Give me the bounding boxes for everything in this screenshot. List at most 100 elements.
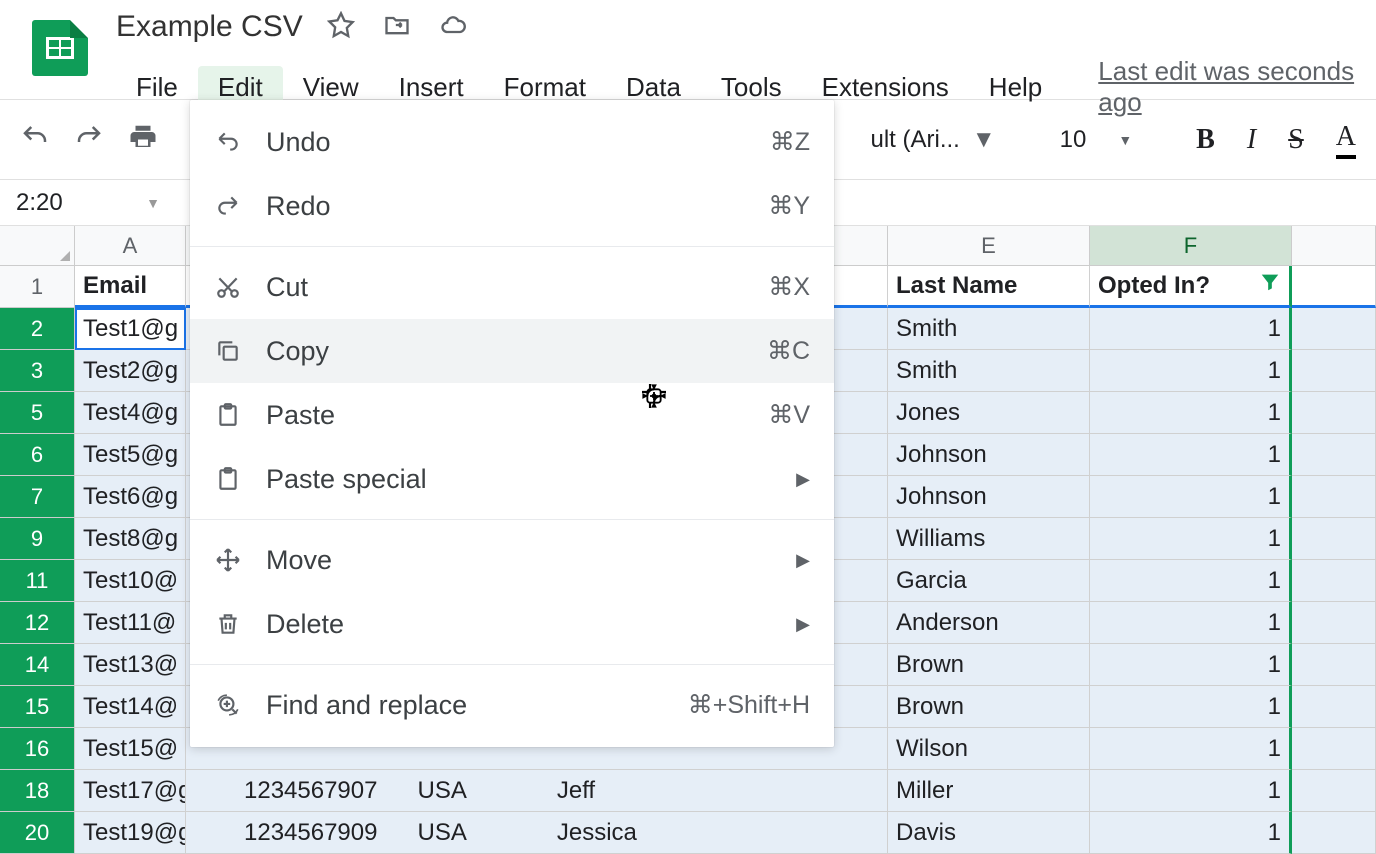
row-header[interactable]: 14 <box>0 644 75 686</box>
cell[interactable]: Johnson <box>888 434 1090 476</box>
cell[interactable]: Garcia <box>888 560 1090 602</box>
cell[interactable] <box>1292 602 1376 644</box>
cell[interactable] <box>1292 560 1376 602</box>
cell[interactable]: 1 <box>1090 728 1292 770</box>
cell[interactable]: Test14@ <box>75 686 186 728</box>
row-header[interactable]: 9 <box>0 518 75 560</box>
row-header[interactable]: 7 <box>0 476 75 518</box>
cell[interactable]: Last Name <box>888 266 1090 308</box>
cell[interactable] <box>1292 518 1376 560</box>
cell[interactable] <box>1292 812 1376 854</box>
cell[interactable]: 1 <box>1090 350 1292 392</box>
row-header[interactable]: 11 <box>0 560 75 602</box>
cell[interactable]: 1 <box>1090 560 1292 602</box>
cell[interactable]: Test1@g <box>75 308 186 350</box>
row-header[interactable]: 3 <box>0 350 75 392</box>
cell[interactable]: 1 <box>1090 476 1292 518</box>
cell[interactable]: Jones <box>888 392 1090 434</box>
row-header[interactable]: 2 <box>0 308 75 350</box>
cell[interactable] <box>1292 686 1376 728</box>
menu-item-move[interactable]: Move▶ <box>190 528 834 592</box>
column-header-a[interactable]: A <box>75 226 186 266</box>
cell[interactable]: Anderson <box>888 602 1090 644</box>
cloud-icon[interactable] <box>439 11 467 44</box>
menu-item-paste[interactable]: Paste⌘V <box>190 383 834 447</box>
cell[interactable]: Williams <box>888 518 1090 560</box>
row-header[interactable]: 16 <box>0 728 75 770</box>
cell[interactable]: Email <box>75 266 186 308</box>
menu-item-delete[interactable]: Delete▶ <box>190 592 834 656</box>
cell[interactable]: Wilson <box>888 728 1090 770</box>
cell[interactable]: Test4@g <box>75 392 186 434</box>
cell[interactable]: Opted In? <box>1090 266 1292 308</box>
document-title[interactable]: Example CSV <box>116 10 303 44</box>
menu-item-paste-special[interactable]: Paste special▶ <box>190 447 834 511</box>
menu-item-cut[interactable]: Cut⌘X <box>190 255 834 319</box>
cell[interactable]: Test17@gmail.c <box>75 770 186 812</box>
font-selector[interactable]: ult (Ari... ▼ <box>871 126 996 154</box>
row-header[interactable]: 15 <box>0 686 75 728</box>
cell[interactable]: Brown <box>888 644 1090 686</box>
row-header[interactable]: 6 <box>0 434 75 476</box>
cell[interactable]: 1 <box>1090 602 1292 644</box>
cell[interactable]: Test10@ <box>75 560 186 602</box>
cell[interactable]: 1 <box>1090 308 1292 350</box>
cell[interactable] <box>1292 350 1376 392</box>
cell[interactable]: Davis <box>888 812 1090 854</box>
cell[interactable]: Test15@ <box>75 728 186 770</box>
print-icon[interactable] <box>128 122 158 157</box>
undo-icon[interactable] <box>20 122 50 157</box>
cell[interactable]: Test6@g <box>75 476 186 518</box>
cell[interactable]: Johnson <box>888 476 1090 518</box>
sheets-logo[interactable] <box>32 20 88 76</box>
column-header-rest[interactable] <box>1292 226 1376 266</box>
italic-button[interactable]: I <box>1247 124 1256 156</box>
row-header[interactable]: 12 <box>0 602 75 644</box>
menu-item-find-and-replace[interactable]: Find and replace⌘+Shift+H <box>190 673 834 737</box>
column-header-f[interactable]: F <box>1090 226 1292 266</box>
menu-item-undo[interactable]: Undo⌘Z <box>190 110 834 174</box>
redo-icon[interactable] <box>74 122 104 157</box>
cell[interactable]: 1 <box>1090 392 1292 434</box>
cell[interactable]: Test19@gmail.c <box>75 812 186 854</box>
cell[interactable]: Test2@g <box>75 350 186 392</box>
cell[interactable] <box>1292 308 1376 350</box>
cell[interactable] <box>1292 434 1376 476</box>
column-header-e[interactable]: E <box>888 226 1090 266</box>
cell[interactable]: Brown <box>888 686 1090 728</box>
move-folder-icon[interactable] <box>383 11 411 44</box>
cell[interactable]: 1 <box>1090 518 1292 560</box>
cell[interactable] <box>1292 644 1376 686</box>
menu-item-copy[interactable]: Copy⌘C <box>190 319 834 383</box>
row-header[interactable]: 18 <box>0 770 75 812</box>
filter-icon[interactable] <box>1259 271 1281 300</box>
cell[interactable]: Test11@ <box>75 602 186 644</box>
strikethrough-button[interactable]: S <box>1288 124 1304 156</box>
text-color-button[interactable]: A <box>1336 121 1356 159</box>
star-icon[interactable] <box>327 11 355 44</box>
cell[interactable] <box>1292 266 1376 308</box>
row-header[interactable]: 5 <box>0 392 75 434</box>
cell[interactable]: Test8@g <box>75 518 186 560</box>
name-box[interactable]: 2:20 ▼ <box>8 189 168 217</box>
cell[interactable]: Smith <box>888 308 1090 350</box>
cell[interactable]: 1 <box>1090 434 1292 476</box>
menu-item-redo[interactable]: Redo⌘Y <box>190 174 834 238</box>
cell[interactable] <box>1292 392 1376 434</box>
row-header[interactable]: 20 <box>0 812 75 854</box>
cell[interactable]: Test5@g <box>75 434 186 476</box>
row-header[interactable]: 1 <box>0 266 75 308</box>
cell[interactable]: 1 <box>1090 644 1292 686</box>
cell[interactable]: Test13@ <box>75 644 186 686</box>
font-size-selector[interactable]: 10 ▼ <box>1060 126 1133 154</box>
cell[interactable] <box>1292 728 1376 770</box>
select-all-corner[interactable] <box>0 226 75 266</box>
cell[interactable] <box>1292 770 1376 812</box>
bold-button[interactable]: B <box>1196 124 1215 156</box>
cell[interactable]: Miller <box>888 770 1090 812</box>
cell[interactable]: 1 <box>1090 770 1292 812</box>
cell[interactable]: 1 <box>1090 812 1292 854</box>
cell[interactable]: Smith <box>888 350 1090 392</box>
cell[interactable] <box>1292 476 1376 518</box>
cell[interactable]: 1 <box>1090 686 1292 728</box>
